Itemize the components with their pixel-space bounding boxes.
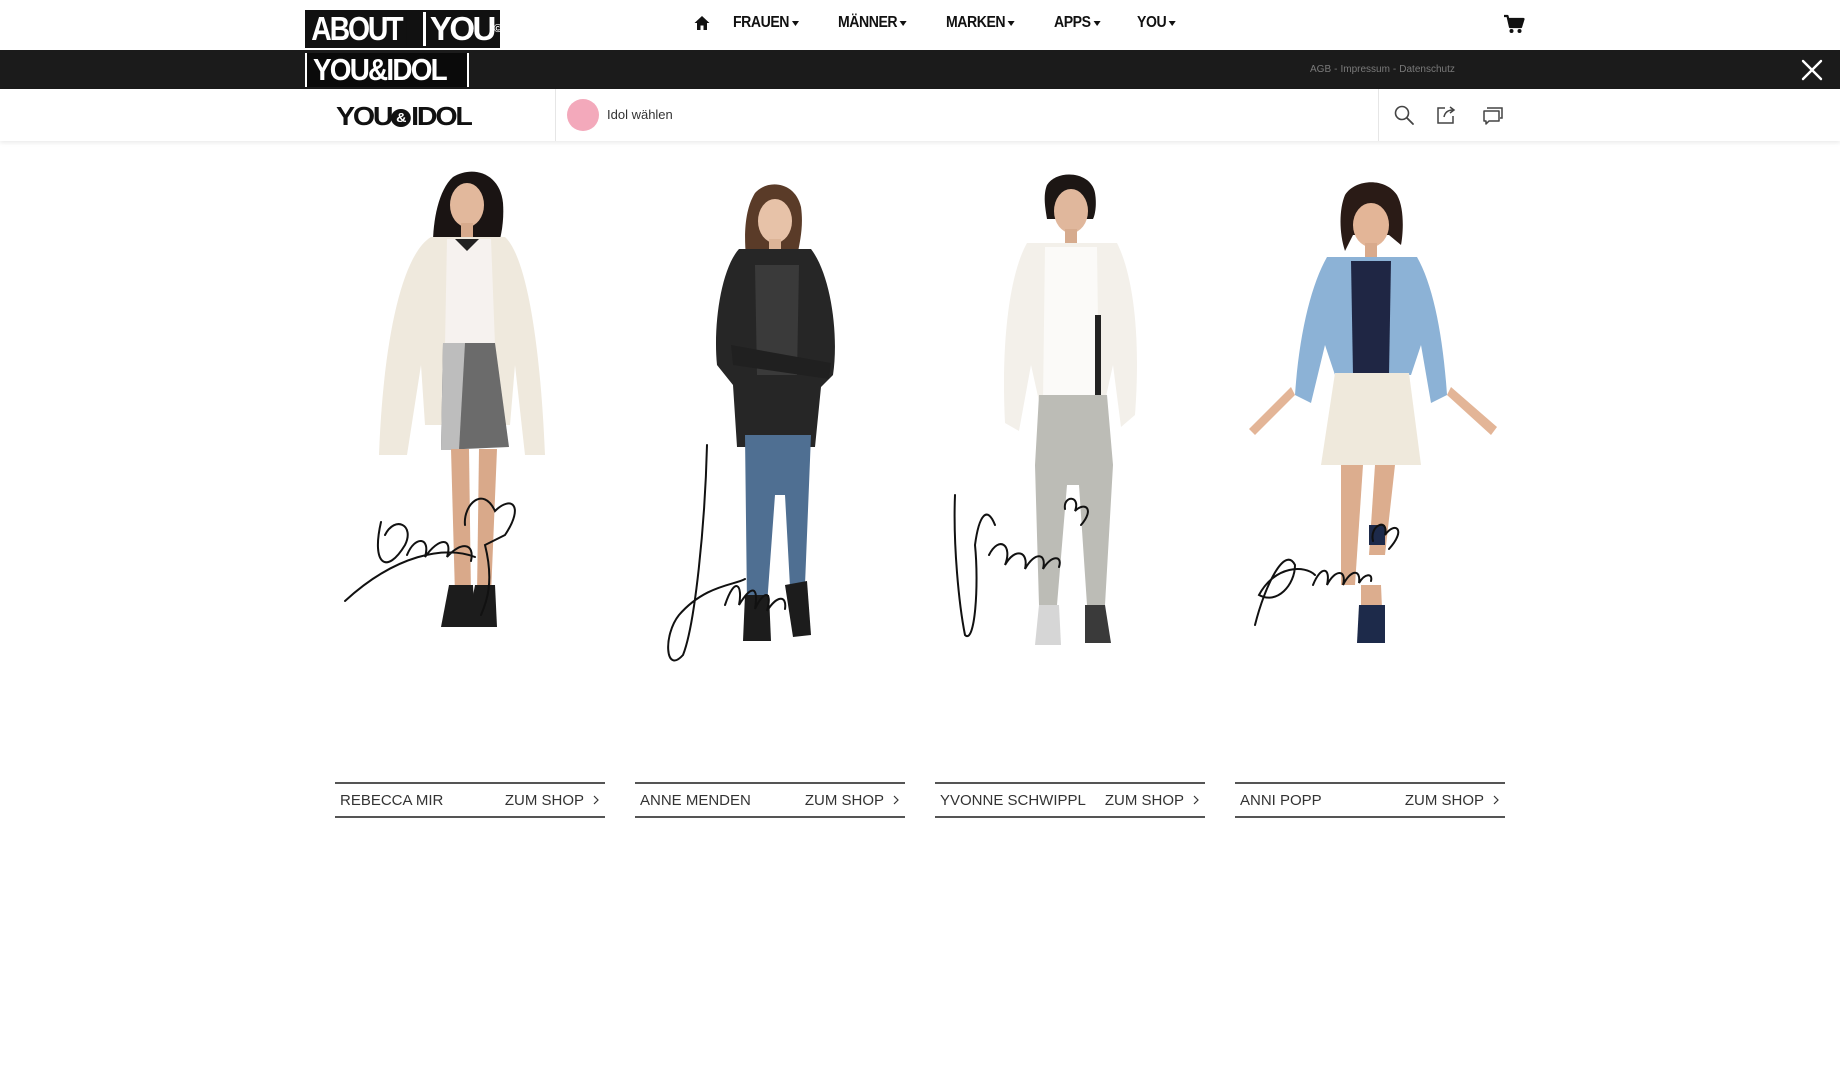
- search-icon[interactable]: [1392, 103, 1416, 127]
- you-and-idol-logo[interactable]: YOU & IDOL: [336, 101, 473, 132]
- chevron-right-icon: [1193, 795, 1199, 805]
- chevron-down-icon: [1168, 20, 1176, 26]
- cart-icon[interactable]: [1503, 14, 1525, 34]
- logo-idol: IDOL: [411, 101, 473, 131]
- legal-links: AGB - Impressum - Datenschutz: [1310, 64, 1455, 75]
- nav-item-frauen[interactable]: FRAUEN: [733, 14, 799, 32]
- idol-name: YVONNE SCHWIPPL: [940, 791, 1086, 809]
- idol-footer[interactable]: ANNE MENDEN ZUM SHOP: [635, 782, 905, 818]
- logo-you-word: YOU: [429, 10, 497, 47]
- idol-name: REBECCA MIR: [340, 791, 444, 809]
- zum-shop-label: ZUM SHOP: [504, 791, 584, 809]
- zum-shop-link[interactable]: ZUM SHOP: [1405, 792, 1500, 809]
- chevron-down-icon: [791, 20, 799, 26]
- top-navigation: ABOUT YOU © FRAUEN MÄNNER MARKEN APPS YOU: [0, 0, 1840, 50]
- logo-reg-mark: ©: [493, 23, 502, 35]
- idol-footer[interactable]: REBECCA MIR ZUM SHOP: [335, 782, 605, 818]
- idol-grid: REBECCA MIR ZUM SHOP ANNE MENDEN ZUM SHO…: [335, 165, 1505, 825]
- idol-card: ANNI POPP ZUM SHOP: [1235, 165, 1505, 825]
- main-menu: FRAUEN MÄNNER MARKEN APPS YOU: [693, 14, 1211, 32]
- nav-item-label: APPS: [1054, 14, 1091, 31]
- nav-item-label: MARKEN: [945, 14, 1006, 31]
- idol-photo-anni[interactable]: [1235, 165, 1505, 745]
- idol-name: ANNE MENDEN: [640, 791, 751, 809]
- about-you-logo[interactable]: ABOUT YOU ©: [305, 10, 502, 48]
- idol-avatar[interactable]: [567, 99, 599, 131]
- idol-photo-rebecca[interactable]: [335, 165, 605, 745]
- impressum-link[interactable]: Impressum: [1340, 64, 1389, 75]
- idol-photo-yvonne[interactable]: [935, 165, 1205, 745]
- logo-ampersand: &: [391, 109, 412, 127]
- logo-about-text: ABOUT: [307, 12, 407, 46]
- legal-separator: -: [1334, 64, 1338, 75]
- chevron-right-icon: [1493, 795, 1499, 805]
- nav-item-label: MÄNNER: [837, 14, 898, 31]
- chevron-down-icon: [899, 20, 907, 26]
- zum-shop-label: ZUM SHOP: [1404, 791, 1484, 809]
- idol-photo-anne[interactable]: [635, 165, 905, 745]
- chevron-down-icon: [1093, 20, 1101, 26]
- nav-item-apps[interactable]: APPS: [1054, 14, 1101, 32]
- home-icon[interactable]: [693, 14, 711, 32]
- zum-shop-link[interactable]: ZUM SHOP: [805, 792, 900, 809]
- chevron-down-icon: [1007, 20, 1015, 26]
- logo-you-text: YOU ©: [425, 10, 502, 47]
- zum-shop-label: ZUM SHOP: [804, 791, 884, 809]
- nav-item-marken[interactable]: MARKEN: [946, 14, 1015, 32]
- chevron-right-icon: [593, 795, 599, 805]
- logo-you: YOU: [336, 101, 394, 131]
- header-divider: [555, 89, 556, 141]
- chat-icon[interactable]: [1481, 103, 1505, 127]
- datenschutz-link[interactable]: Datenschutz: [1399, 64, 1455, 75]
- idol-card: REBECCA MIR ZUM SHOP: [335, 165, 605, 825]
- idol-name: ANNI POPP: [1240, 791, 1322, 809]
- you-and-idol-title: YOU&IDOL: [305, 53, 469, 87]
- idol-card: ANNE MENDEN ZUM SHOP: [635, 165, 905, 825]
- legal-separator: -: [1392, 64, 1397, 75]
- idol-footer[interactable]: ANNI POPP ZUM SHOP: [1235, 782, 1505, 818]
- idol-card: YVONNE SCHWIPPL ZUM SHOP: [935, 165, 1205, 825]
- you-and-idol-header: YOU & IDOL Idol wählen: [0, 89, 1840, 141]
- nav-item-label: FRAUEN: [733, 14, 790, 31]
- nav-item-label: YOU: [1136, 14, 1167, 31]
- idol-select-dropdown[interactable]: Idol wählen: [607, 107, 673, 122]
- zum-shop-label: ZUM SHOP: [1104, 791, 1184, 809]
- chevron-right-icon: [893, 795, 899, 805]
- you-and-idol-bar: YOU&IDOL AGB - Impressum - Datenschutz: [0, 50, 1840, 89]
- idol-footer[interactable]: YVONNE SCHWIPPL ZUM SHOP: [935, 782, 1205, 818]
- zum-shop-link[interactable]: ZUM SHOP: [505, 792, 600, 809]
- share-icon[interactable]: [1434, 103, 1458, 127]
- nav-item-maenner[interactable]: MÄNNER: [838, 14, 907, 32]
- close-icon[interactable]: [1800, 58, 1824, 82]
- nav-item-you[interactable]: YOU: [1137, 14, 1176, 32]
- zum-shop-link[interactable]: ZUM SHOP: [1105, 792, 1200, 809]
- agb-link[interactable]: AGB: [1310, 64, 1331, 75]
- you-and-idol-title-text: YOU&IDOL: [313, 52, 448, 87]
- header-divider: [1378, 89, 1379, 141]
